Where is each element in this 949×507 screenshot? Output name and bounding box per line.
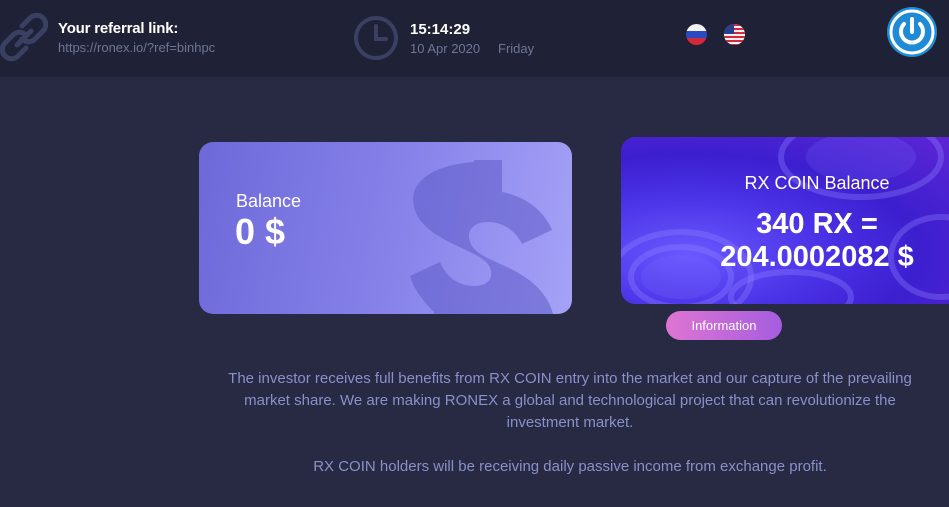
rx-amount: 340 RX = [756,208,878,240]
information-button[interactable]: Information [666,311,782,340]
link-icon [0,12,48,62]
referral-link-title: Your referral link: [58,20,179,37]
balance-value: 0 $ [235,211,286,252]
us-flag-icon[interactable] [724,24,745,45]
description-line: market share. We are making RONEX a glob… [244,392,896,409]
referral-link-url[interactable]: https://ronex.io/?ref=binhpc [58,40,215,55]
description-line: investment market. [506,414,634,431]
rx-coin-balance-card: RX COIN Balance 340 RX = 204.0002082 $ [621,137,949,304]
description-line: RX COIN holders will be receiving daily … [313,458,827,475]
current-time: 15:14:29 [410,21,471,38]
description-line: The investor receives full benefits from… [228,370,912,387]
rx-coin-balance-value: 340 RX = 204.0002082 $ [621,208,949,274]
top-bar: Your referral link: https://ronex.io/?re… [0,0,949,77]
ru-flag-icon[interactable] [686,24,707,45]
rx-usd-amount: 204.0002082 $ [720,241,914,273]
power-icon [889,9,935,55]
power-button[interactable] [887,7,937,57]
clock-icon [354,16,398,60]
rx-coin-balance-label: RX COIN Balance [744,173,890,193]
balance-card: Balance 0 $ [199,142,572,314]
balance-label: Balance [236,191,302,211]
dollar-icon [410,160,553,314]
current-date: 10 Apr 2020 [410,41,481,56]
current-day: Friday [498,41,535,56]
